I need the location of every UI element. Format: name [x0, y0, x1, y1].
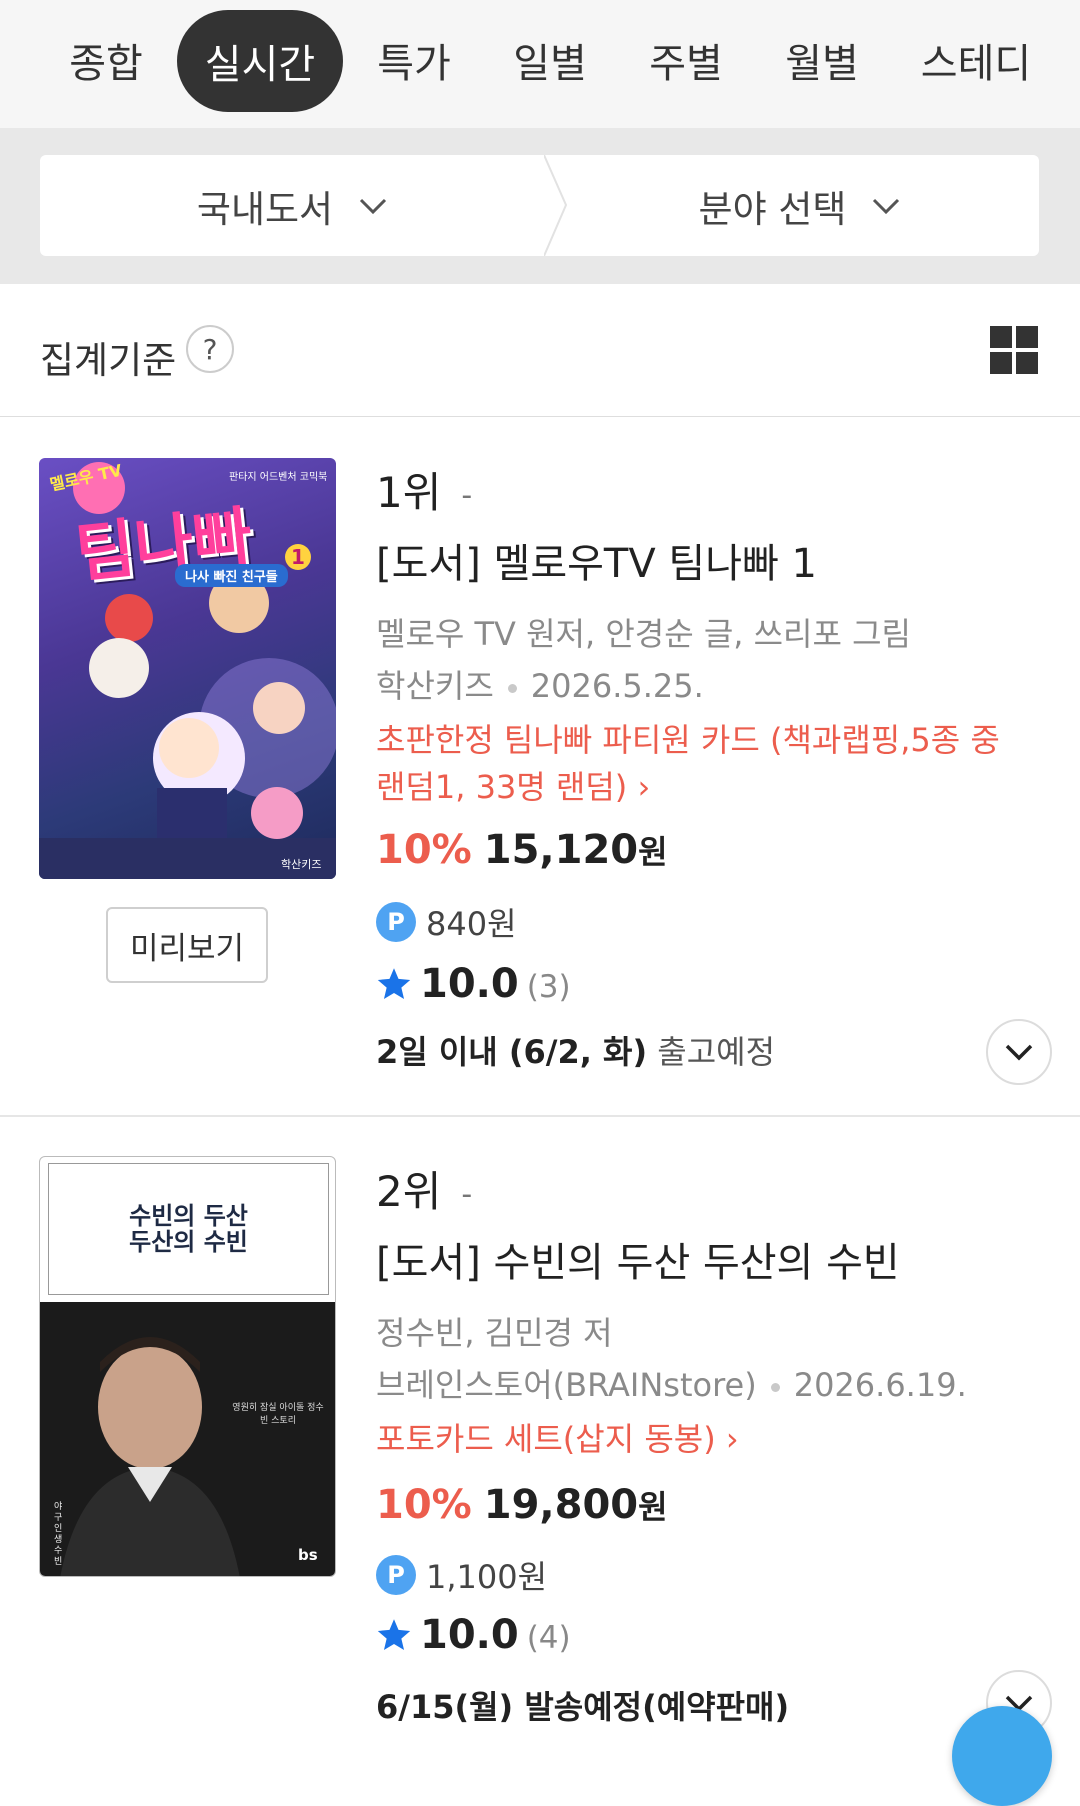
- rating: 10.0 (3): [376, 961, 571, 1007]
- tab-steady[interactable]: 스테디: [921, 31, 1031, 89]
- publish-date: 2026.5.25.: [530, 667, 704, 705]
- floating-action-button[interactable]: [952, 1706, 1052, 1806]
- review-count: (4): [526, 1620, 571, 1656]
- tab-weekly[interactable]: 주별: [649, 31, 723, 89]
- publisher: 학산키즈: [376, 667, 494, 705]
- filter-box: 국내도서 분야 선택: [40, 155, 1039, 256]
- cover-logo: bs: [298, 1546, 318, 1564]
- publish-date: 2026.6.19.: [793, 1366, 967, 1404]
- preview-button[interactable]: 미리보기: [106, 907, 268, 983]
- ranking-tabs: 종합 실시간 특가 일별 주별 월별 스테디: [0, 0, 1080, 128]
- help-icon[interactable]: ?: [186, 325, 234, 373]
- points: P 1,100원: [376, 1552, 547, 1598]
- cover-subtitle: 나사 빠진 친구들: [175, 564, 288, 587]
- rank-change: -: [461, 1177, 473, 1212]
- tab-monthly[interactable]: 월별: [785, 31, 859, 89]
- book-cover[interactable]: 멜로우 TV 판타지 어드벤처 코믹북 팀나빠 나사 빠진 친구들 1 학산키즈: [39, 458, 336, 879]
- tab-realtime[interactable]: 실시간: [177, 10, 343, 112]
- dot-separator: [507, 683, 517, 693]
- grid-view-icon[interactable]: [990, 326, 1038, 374]
- criteria-label: 집계기준: [40, 339, 177, 382]
- book-authors: 멜로우 TV 원저, 안경순 글, 쓰리포 그림: [376, 615, 911, 653]
- shipping-status: 출고예정: [647, 1033, 776, 1071]
- person-photo: [60, 1337, 240, 1576]
- cover-volume: 1: [285, 544, 311, 570]
- filter-bar: 국내도서 분야 선택: [0, 128, 1080, 284]
- cover-series: 판타지 어드벤처 코믹북: [229, 472, 328, 483]
- shipping-info: 6/15(월) 발송예정(예약판매): [376, 1682, 789, 1728]
- rank-change: -: [461, 478, 473, 513]
- tab-daily[interactable]: 일별: [513, 31, 587, 89]
- dot-separator: [770, 1382, 780, 1392]
- book-title[interactable]: [도서] 수빈의 두산 두산의 수빈: [376, 1230, 900, 1288]
- chevron-down-icon: [873, 198, 900, 214]
- book-cover[interactable]: 수빈의 두산 두산의 수빈 영원히 잠실 아이돌 정수빈 스토리 야구 인생 수…: [39, 1156, 336, 1577]
- rating-score: 10.0: [420, 961, 519, 1007]
- book-publish-info: 학산키즈 2026.5.25.: [376, 661, 704, 707]
- sale-price: 15,120: [483, 827, 639, 873]
- point-amount: 840원: [426, 905, 517, 943]
- review-count: (3): [526, 969, 571, 1005]
- price: 10% 15,120원: [376, 827, 668, 873]
- points: P 840원: [376, 899, 517, 945]
- tab-deals[interactable]: 특가: [377, 31, 451, 89]
- promo-link[interactable]: 포토카드 세트(삽지 동봉) ›: [376, 1416, 1036, 1463]
- currency: 원: [638, 1488, 668, 1526]
- category-label: 국내도서: [196, 187, 334, 231]
- cover-photo: 영원히 잠실 아이돌 정수빈 스토리 야구 인생 수빈 bs: [40, 1302, 335, 1576]
- star-icon: [377, 968, 411, 999]
- discount-rate: 10%: [376, 827, 472, 873]
- sale-price: 19,800: [483, 1482, 639, 1528]
- category-select[interactable]: 국내도서: [40, 155, 544, 256]
- rank-label: 2위 -: [376, 1158, 472, 1219]
- rank-label: 1위 -: [376, 459, 472, 520]
- book-publish-info: 브레인스토어(BRAINstore) 2026.6.19.: [376, 1360, 967, 1406]
- cover-publisher: 학산키즈: [281, 858, 322, 871]
- book-title[interactable]: [도서] 멜로우TV 팀나빠 1: [376, 531, 817, 589]
- cover-title-line2: 두산의 수빈: [129, 1227, 248, 1256]
- point-icon: P: [376, 902, 416, 942]
- rank-text: 2위: [376, 1167, 442, 1216]
- list-item[interactable]: 멜로우 TV 판타지 어드벤처 코믹북 팀나빠 나사 빠진 친구들 1 학산키즈…: [0, 417, 1080, 1117]
- cover-tagline: 영원히 잠실 아이돌 정수빈 스토리: [232, 1403, 324, 1426]
- chevron-down-icon: [360, 198, 387, 214]
- book-authors: 정수빈, 김민경 저: [376, 1314, 613, 1352]
- rating: 10.0 (4): [376, 1612, 571, 1658]
- point-icon: P: [376, 1555, 416, 1595]
- expand-button[interactable]: [986, 1019, 1052, 1085]
- cover-title-line1: 수빈의 두산: [129, 1201, 248, 1230]
- promo-link[interactable]: 초판한정 팀나빠 파티원 카드 (책과랩핑,5종 중 랜덤1, 33명 랜덤) …: [376, 717, 1036, 811]
- price: 10% 19,800원: [376, 1482, 668, 1528]
- rank-text: 1위: [376, 468, 442, 517]
- discount-rate: 10%: [376, 1482, 472, 1528]
- field-select[interactable]: 분야 선택: [560, 155, 1039, 256]
- currency: 원: [638, 833, 668, 871]
- star-icon: [377, 1619, 411, 1650]
- shipping-date: 6/15(월) 발송예정(예약판매): [376, 1688, 790, 1726]
- rating-score: 10.0: [420, 1612, 519, 1658]
- chevron-down-icon: [1005, 1044, 1033, 1061]
- field-label: 분야 선택: [698, 187, 847, 231]
- list-item[interactable]: 수빈의 두산 두산의 수빈 영원히 잠실 아이돌 정수빈 스토리 야구 인생 수…: [0, 1116, 1080, 1742]
- cover-title: 수빈의 두산 두산의 수빈: [40, 1201, 335, 1256]
- point-amount: 1,100원: [426, 1558, 548, 1596]
- tab-overall[interactable]: 종합: [69, 31, 143, 89]
- publisher: 브레인스토어(BRAINstore): [376, 1366, 757, 1404]
- shipping-info: 2일 이내 (6/2, 화) 출고예정: [376, 1027, 775, 1073]
- cover-side-text: 야구 인생 수빈: [54, 1502, 63, 1567]
- criteria-row: 집계기준: [0, 284, 1080, 417]
- shipping-date: 2일 이내 (6/2, 화): [376, 1033, 648, 1071]
